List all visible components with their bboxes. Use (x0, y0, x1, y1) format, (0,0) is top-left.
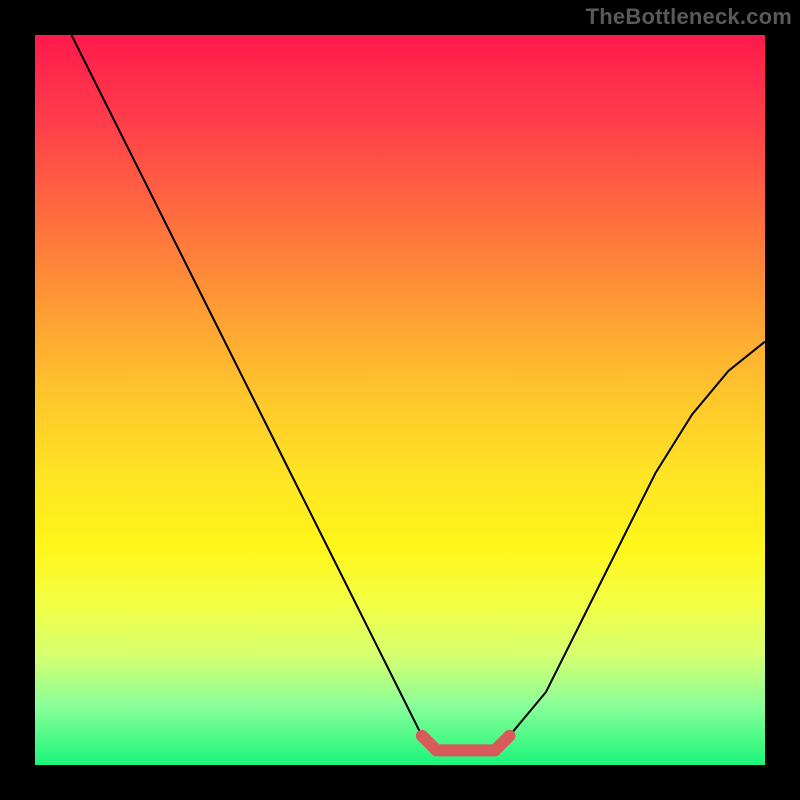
bottleneck-curve (72, 35, 766, 750)
chart-svg (35, 35, 765, 765)
minimum-marker (422, 736, 510, 751)
plot-area (35, 35, 765, 765)
chart-frame: TheBottleneck.com (0, 0, 800, 800)
watermark-text: TheBottleneck.com (586, 4, 792, 30)
